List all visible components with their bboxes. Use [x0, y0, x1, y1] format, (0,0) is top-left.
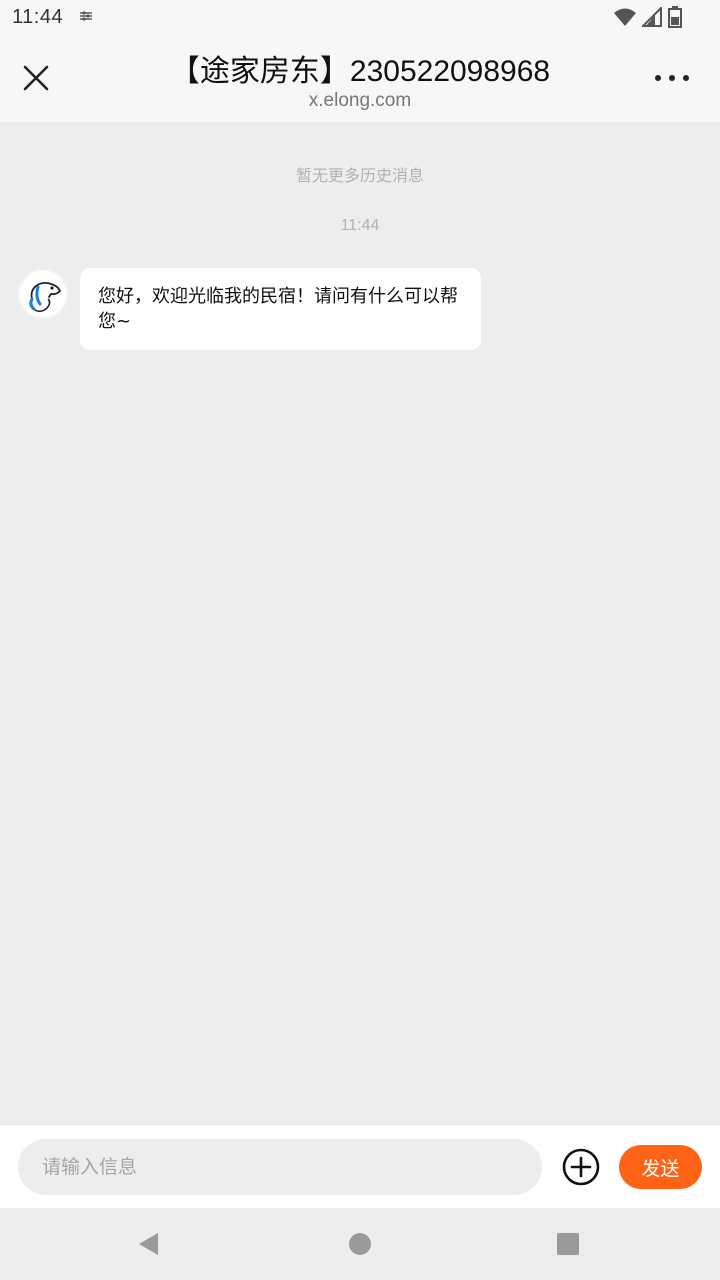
signal-icon — [642, 7, 662, 27]
status-time: 11:44 — [12, 6, 64, 28]
dog-logo-icon — [18, 269, 68, 319]
no-history-notice: 暂无更多历史消息 — [295, 166, 424, 185]
message-input[interactable] — [18, 1139, 542, 1195]
settings-icon — [80, 11, 92, 21]
back-icon[interactable] — [136, 1231, 162, 1257]
recents-icon[interactable] — [557, 1233, 579, 1255]
system-nav-bar — [0, 1208, 720, 1280]
plus-circle-icon[interactable] — [561, 1147, 601, 1187]
more-icon[interactable] — [652, 66, 692, 90]
header: 【途家房东】230522098968 x.elong.com — [0, 36, 720, 123]
page-title: 【途家房东】230522098968 — [169, 55, 551, 88]
send-button[interactable]: 发送 — [619, 1145, 702, 1189]
input-bar: 发送 — [0, 1124, 720, 1208]
wifi-icon — [614, 8, 636, 26]
status-icons — [614, 6, 682, 28]
battery-icon — [668, 6, 682, 28]
message-time: 11:44 — [340, 217, 380, 234]
message-bubble[interactable]: 您好，欢迎光临我的民宿！请问有什么可以帮您~ — [80, 268, 481, 350]
host-avatar[interactable] — [18, 269, 68, 319]
page-subtitle: x.elong.com — [308, 90, 412, 111]
home-icon[interactable] — [349, 1233, 371, 1255]
status-bar: 11:44 — [0, 0, 720, 36]
